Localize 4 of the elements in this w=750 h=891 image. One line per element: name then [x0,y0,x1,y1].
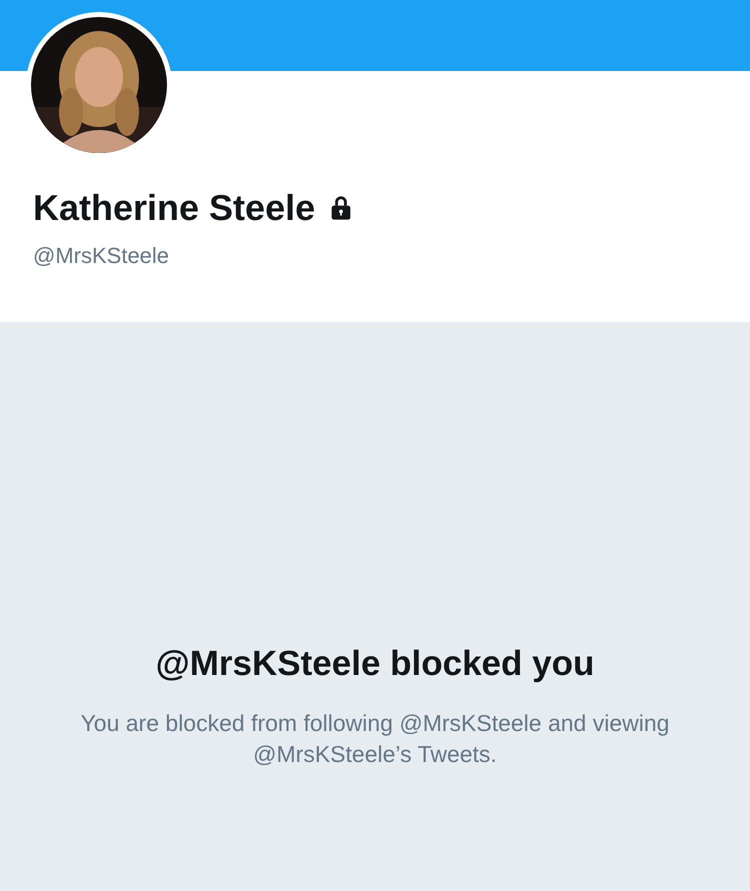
profile-handle: @MrsKSteele [33,243,170,269]
blocked-title: @MrsKSteele blocked you [156,644,594,684]
blocked-message: You are blocked from following @MrsKSteele and viewing @MrsKSteele’s Tweets. [80,709,670,769]
profile-name: Katherine Steele [33,187,316,229]
